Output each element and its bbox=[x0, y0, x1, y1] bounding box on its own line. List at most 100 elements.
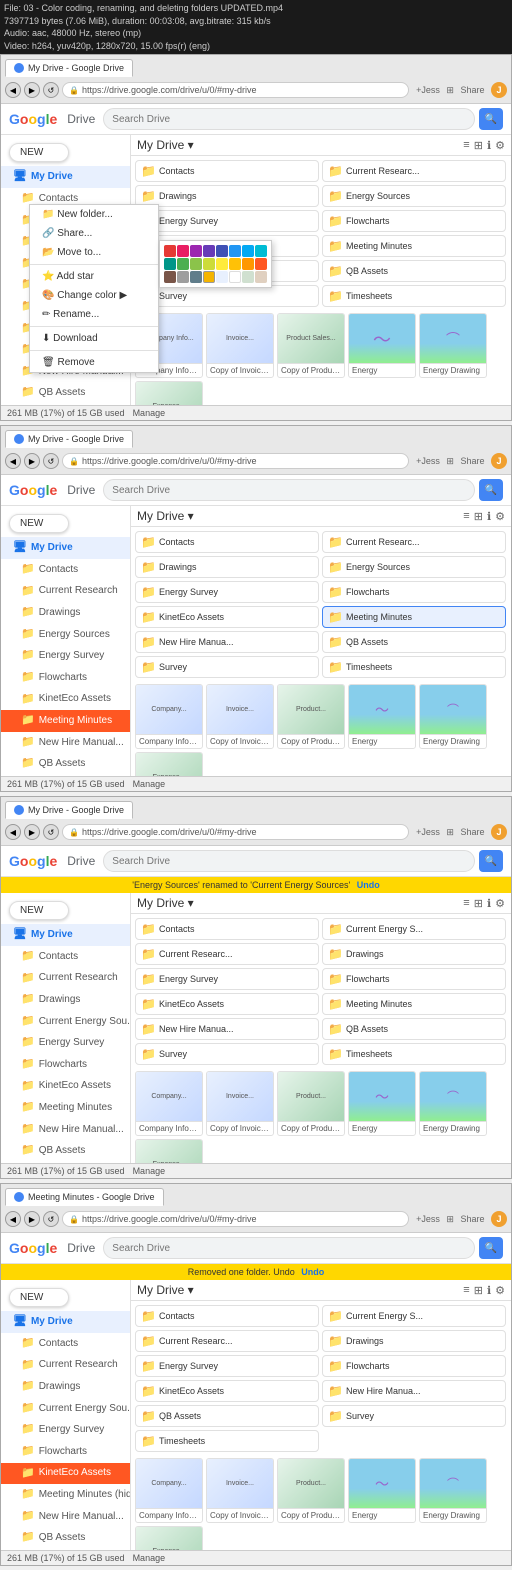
sidebar-survey-1[interactable]: 📁Survey bbox=[1, 404, 130, 405]
folder-timesheets-1[interactable]: 📁Timesheets bbox=[322, 285, 506, 307]
sidebar-ces-3[interactable]: 📁Current Energy Sou... bbox=[1, 1011, 130, 1033]
sidebar-draw-4[interactable]: 📁Drawings bbox=[1, 1376, 130, 1398]
sidebar-nh-3[interactable]: 📁New Hire Manual... bbox=[1, 1119, 130, 1141]
list-view-3[interactable]: ≡ bbox=[463, 897, 469, 909]
sidebar-my-drive-4[interactable]: 🖥My Drive bbox=[1, 1311, 130, 1333]
browser-tab-4[interactable]: Meeting Minutes - Google Drive bbox=[5, 1188, 164, 1206]
ctx-star-1[interactable]: ⭐ Add star bbox=[30, 267, 158, 286]
folder-ensv-3[interactable]: 📁Energy Survey bbox=[135, 968, 319, 990]
file-energy-4[interactable]: 〜 Energy bbox=[348, 1458, 416, 1523]
sidebar-draw-2[interactable]: 📁Drawings bbox=[1, 602, 130, 624]
color-indigo-1[interactable] bbox=[216, 245, 228, 257]
grid-icon-4[interactable]: ⊞ bbox=[446, 1214, 454, 1224]
file-expense-4[interactable]: Expense... Expense Report.xls... bbox=[135, 1526, 203, 1550]
sidebar-sv-4[interactable]: 📁Survey bbox=[1, 1549, 130, 1550]
folder-ces-3[interactable]: 📁Current Energy S... bbox=[322, 918, 506, 940]
color-lightGreen-1[interactable] bbox=[190, 258, 202, 270]
file-energy-draw-3[interactable]: ⌒ Energy Drawing bbox=[419, 1071, 487, 1136]
file-company-2[interactable]: Company... Company Informatio... bbox=[135, 684, 203, 749]
search-btn-1[interactable]: 🔍 bbox=[479, 108, 503, 130]
sidebar-qb-1[interactable]: 📁QB Assets bbox=[1, 382, 130, 404]
avatar-4[interactable]: J bbox=[491, 1211, 507, 1227]
sidebar-my-drive-3[interactable]: 🖥My Drive bbox=[1, 924, 130, 946]
folder-qb-3[interactable]: 📁QB Assets bbox=[322, 1018, 506, 1040]
sidebar-contacts-2[interactable]: 📁Contacts bbox=[1, 559, 130, 581]
file-company-4[interactable]: Company... Company Informatio... bbox=[135, 1458, 203, 1523]
address-bar-3[interactable]: 🔒 https://drive.google.com/drive/u/0/#my… bbox=[62, 824, 409, 840]
folder-meeting-minutes-1[interactable]: 📁Meeting Minutes bbox=[322, 235, 506, 257]
list-view-2[interactable]: ≡ bbox=[463, 510, 469, 522]
folder-ensv-4[interactable]: 📁Energy Survey bbox=[135, 1355, 319, 1377]
file-expense-3[interactable]: Expense... Expense Report.xls... bbox=[135, 1139, 203, 1163]
address-bar-1[interactable]: 🔒 https://drive.google.com/drive/u/0/#my… bbox=[62, 82, 409, 98]
file-product-3[interactable]: Product... Copy of Product Sal... bbox=[277, 1071, 345, 1136]
sidebar-esv-2[interactable]: 📁Energy Survey bbox=[1, 645, 130, 667]
folder-ke-4[interactable]: 📁KinetEco Assets bbox=[135, 1380, 319, 1402]
folder-nh-2[interactable]: 📁New Hire Manua... bbox=[135, 631, 319, 653]
color-teal-1[interactable] bbox=[164, 258, 176, 270]
sidebar-esv-3[interactable]: 📁Energy Survey bbox=[1, 1032, 130, 1054]
color-lightBlue-1[interactable] bbox=[242, 245, 254, 257]
color-purple-1[interactable] bbox=[190, 245, 202, 257]
folder-draw-3[interactable]: 📁Drawings bbox=[322, 943, 506, 965]
folder-survey-1[interactable]: 📁Survey bbox=[135, 285, 319, 307]
color-current-1[interactable] bbox=[203, 271, 215, 283]
share-btn-3[interactable]: Share bbox=[460, 827, 484, 837]
color-cyan-1[interactable] bbox=[255, 245, 267, 257]
folder-contacts-4[interactable]: 📁Contacts bbox=[135, 1305, 319, 1327]
folder-drawings-1[interactable]: 📁Drawings bbox=[135, 185, 319, 207]
my-drive-btn-3[interactable]: My Drive ▾ bbox=[137, 896, 194, 910]
sidebar-mm-3[interactable]: 📁Meeting Minutes bbox=[1, 1097, 130, 1119]
folder-ts-2[interactable]: 📁Timesheets bbox=[322, 656, 506, 678]
file-expense-1[interactable]: Expense... Expense Report.xls... bbox=[135, 381, 203, 405]
file-energy-2[interactable]: 〜 Energy bbox=[348, 684, 416, 749]
file-invoice-2[interactable]: Invoice... Copy of Invoice - P... bbox=[206, 684, 274, 749]
folder-ens-2[interactable]: 📁Energy Sources bbox=[322, 556, 506, 578]
avatar-2[interactable]: J bbox=[491, 453, 507, 469]
folder-qb-2[interactable]: 📁QB Assets bbox=[322, 631, 506, 653]
list-view-4[interactable]: ≡ bbox=[463, 1284, 469, 1296]
back-btn-2[interactable]: ◀ bbox=[5, 453, 21, 469]
folder-flowcharts-1[interactable]: 📁Flowcharts bbox=[322, 210, 506, 232]
sidebar-my-drive-2[interactable]: 🖥My Drive bbox=[1, 537, 130, 559]
file-product-sal-1[interactable]: Product Sales... Copy of Product Sal... bbox=[277, 313, 345, 378]
color-green-1[interactable] bbox=[177, 258, 189, 270]
ctx-download-1[interactable]: ⬇ Download bbox=[30, 329, 158, 348]
folder-sv-2[interactable]: 📁Survey bbox=[135, 656, 319, 678]
folder-ces-4[interactable]: 📁Current Energy S... bbox=[322, 1305, 506, 1327]
sidebar-fc-2[interactable]: 📁Flowcharts bbox=[1, 667, 130, 689]
share-btn-1[interactable]: Share bbox=[460, 85, 484, 95]
file-company-3[interactable]: Company... Company Informatio... bbox=[135, 1071, 203, 1136]
sidebar-ke-4[interactable]: 📁KinetEco Assets bbox=[1, 1463, 130, 1485]
folder-ke-2[interactable]: 📁KinetEco Assets bbox=[135, 606, 319, 628]
folder-sv-4[interactable]: 📁Survey bbox=[322, 1405, 506, 1427]
search-input-1[interactable] bbox=[103, 108, 475, 130]
grid-icon-2[interactable]: ⊞ bbox=[446, 456, 454, 466]
sidebar-contacts-3[interactable]: 📁Contacts bbox=[1, 946, 130, 968]
folder-current-research-1[interactable]: 📁Current Researc... bbox=[322, 160, 506, 182]
my-drive-btn-4[interactable]: My Drive ▾ bbox=[137, 1283, 194, 1297]
folder-nh-4[interactable]: 📁New Hire Manua... bbox=[322, 1380, 506, 1402]
ctx-rename-1[interactable]: ✏ Rename... bbox=[30, 305, 158, 324]
folder-ts-3[interactable]: 📁Timesheets bbox=[322, 1043, 506, 1065]
forward-btn-1[interactable]: ▶ bbox=[24, 82, 40, 98]
color-blueGrey-1[interactable] bbox=[190, 271, 202, 283]
file-energy-draw-2[interactable]: ⌒ Energy Drawing bbox=[419, 684, 487, 749]
share-btn-2[interactable]: Share bbox=[460, 456, 484, 466]
undo-link-3[interactable]: Undo bbox=[357, 880, 380, 890]
folder-nh-3[interactable]: 📁New Hire Manua... bbox=[135, 1018, 319, 1040]
folder-mm-3[interactable]: 📁Meeting Minutes bbox=[322, 993, 506, 1015]
browser-tab-1[interactable]: My Drive - Google Drive bbox=[5, 59, 133, 77]
folder-contacts-3[interactable]: 📁Contacts bbox=[135, 918, 319, 940]
avatar-3[interactable]: J bbox=[491, 824, 507, 840]
file-energy-draw-4[interactable]: ⌒ Energy Drawing bbox=[419, 1458, 487, 1523]
ctx-share-1[interactable]: 🔗 Share... bbox=[30, 224, 158, 243]
search-btn-4[interactable]: 🔍 bbox=[479, 1237, 503, 1259]
reload-btn-1[interactable]: ↺ bbox=[43, 82, 59, 98]
file-energy-drawing-1[interactable]: ⌒ Energy Drawing bbox=[419, 313, 487, 378]
color-paleBlue-1[interactable] bbox=[216, 271, 228, 283]
reload-btn-3[interactable]: ↺ bbox=[43, 824, 59, 840]
new-button-3[interactable]: NEW bbox=[9, 901, 69, 920]
grid-icon-3[interactable]: ⊞ bbox=[446, 827, 454, 837]
back-btn-1[interactable]: ◀ bbox=[5, 82, 21, 98]
